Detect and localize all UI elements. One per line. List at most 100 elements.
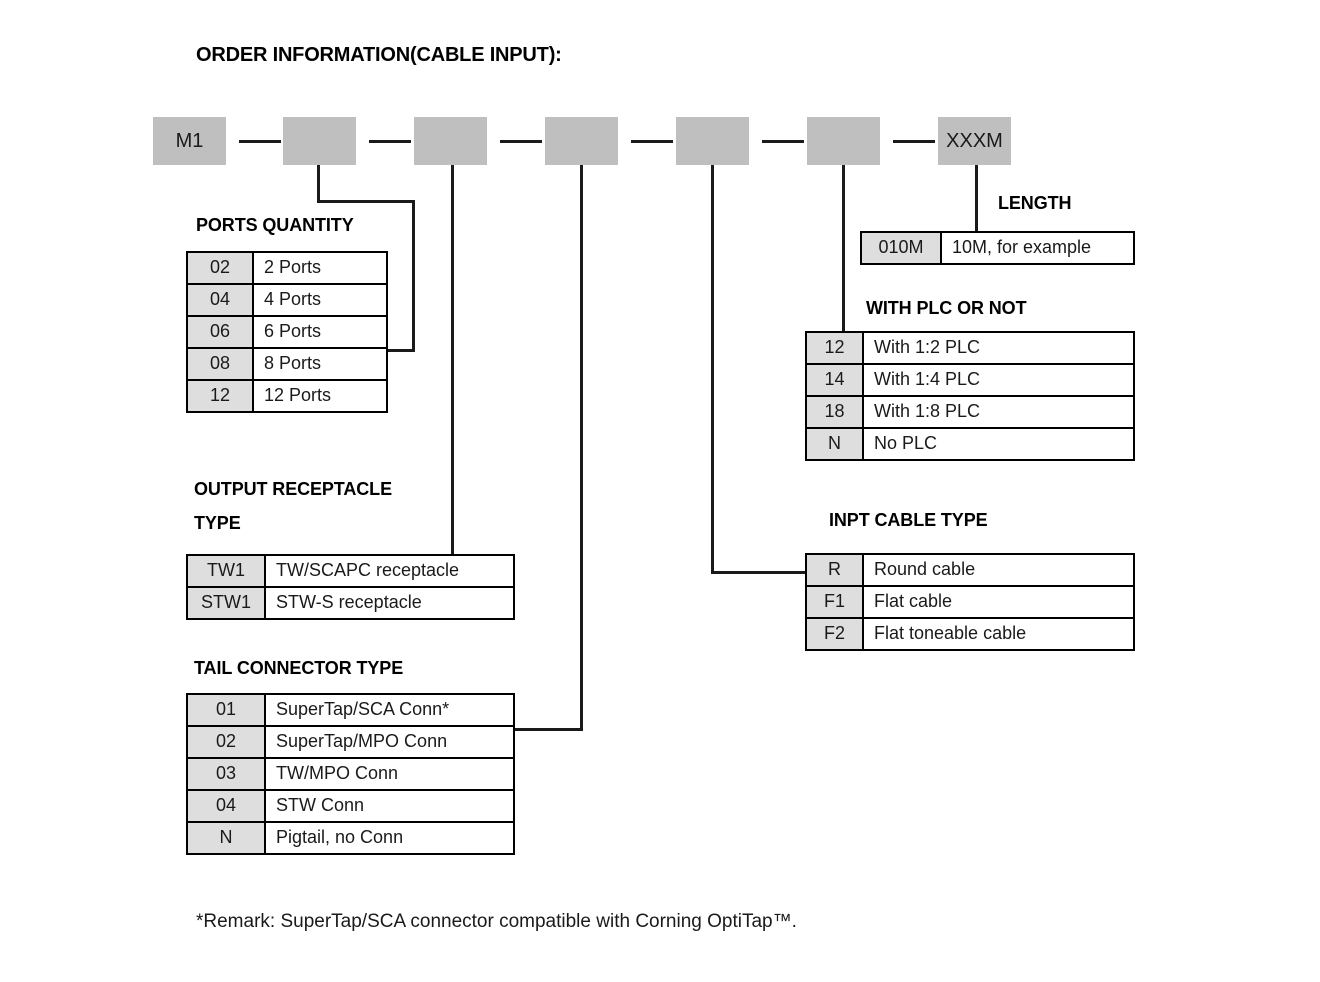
table-ports-quantity: 02 2 Ports 04 4 Ports 06 6 Ports 08 8 Po…	[186, 251, 388, 413]
cell-code: 18	[805, 395, 864, 429]
table-row: N Pigtail, no Conn	[186, 821, 515, 855]
flow-box-prefix: M1	[153, 117, 226, 165]
table-row: 12 12 Ports	[186, 379, 388, 413]
table-row: 12 With 1:2 PLC	[805, 331, 1135, 365]
connector-tail-connector-seg1	[580, 165, 583, 731]
caption-length: LENGTH	[998, 193, 1072, 213]
cell-code: N	[186, 821, 266, 855]
flow-dash-6	[893, 140, 935, 143]
connector-ports-quantity-seg3	[412, 200, 415, 352]
cell-value: 8 Ports	[252, 347, 388, 381]
cell-value: STW Conn	[264, 789, 515, 823]
table-row: F2 Flat toneable cable	[805, 617, 1135, 651]
flow-dash-4	[631, 140, 673, 143]
caption-output-receptacle-line2: TYPE	[194, 513, 241, 533]
table-row: 010M 10M, for example	[860, 231, 1135, 265]
table-row: STW1 STW-S receptacle	[186, 586, 515, 620]
cell-code: 02	[186, 251, 254, 285]
cell-value: No PLC	[862, 427, 1135, 461]
table-row: 08 8 Ports	[186, 347, 388, 381]
caption-with-plc-or-not: WITH PLC OR NOT	[866, 298, 1027, 318]
flow-box-with-plc	[807, 117, 880, 165]
cell-code: 12	[186, 379, 254, 413]
cell-value: 6 Ports	[252, 315, 388, 349]
cell-code: N	[805, 427, 864, 461]
cell-code: R	[805, 553, 864, 587]
cell-value: 4 Ports	[252, 283, 388, 317]
cell-code: TW1	[186, 554, 266, 588]
cell-code: 04	[186, 789, 266, 823]
cell-value: 12 Ports	[252, 379, 388, 413]
flow-box-input-cable-type	[676, 117, 749, 165]
cell-value: TW/SCAPC receptacle	[264, 554, 515, 588]
flow-dash-2	[369, 140, 411, 143]
cell-code: 010M	[860, 231, 942, 265]
flow-dash-3	[500, 140, 542, 143]
table-row: N No PLC	[805, 427, 1135, 461]
table-row: R Round cable	[805, 553, 1135, 587]
flow-box-length: XXXM	[938, 117, 1011, 165]
connector-input-cable-type-seg2	[711, 571, 807, 574]
table-row: 03 TW/MPO Conn	[186, 757, 515, 791]
cell-code: F1	[805, 585, 864, 619]
cell-value: Pigtail, no Conn	[264, 821, 515, 855]
cell-code: 03	[186, 757, 266, 791]
table-length: 010M 10M, for example	[860, 231, 1135, 265]
cell-value: SuperTap/SCA Conn*	[264, 693, 515, 727]
connector-output-receptacle	[451, 165, 454, 554]
cell-code: 02	[186, 725, 266, 759]
caption-output-receptacle-line1: OUTPUT RECEPTACLE	[194, 479, 392, 499]
table-row: F1 Flat cable	[805, 585, 1135, 619]
cell-value: Flat cable	[862, 585, 1135, 619]
cell-code: F2	[805, 617, 864, 651]
table-row: 02 SuperTap/MPO Conn	[186, 725, 515, 759]
cell-code: 14	[805, 363, 864, 397]
table-output-receptacle-type: TW1 TW/SCAPC receptacle STW1 STW-S recep…	[186, 554, 515, 620]
cell-value: With 1:8 PLC	[862, 395, 1135, 429]
cell-value: TW/MPO Conn	[264, 757, 515, 791]
caption-input-cable-type: INPT CABLE TYPE	[829, 510, 988, 530]
cell-value: Flat toneable cable	[862, 617, 1135, 651]
connector-with-plc	[842, 165, 845, 333]
table-row: 18 With 1:8 PLC	[805, 395, 1135, 429]
flow-dash-5	[762, 140, 804, 143]
page-title: ORDER INFORMATION(CABLE INPUT):	[196, 44, 562, 66]
connector-ports-quantity-seg4	[384, 349, 415, 352]
cell-code: 04	[186, 283, 254, 317]
cell-code: 12	[805, 331, 864, 365]
connector-input-cable-type-seg1	[711, 165, 714, 574]
table-row: 04 STW Conn	[186, 789, 515, 823]
table-row: 01 SuperTap/SCA Conn*	[186, 693, 515, 727]
table-row: 02 2 Ports	[186, 251, 388, 285]
table-row: 06 6 Ports	[186, 315, 388, 349]
caption-ports-quantity: PORTS QUANTITY	[196, 215, 354, 235]
cell-value: Round cable	[862, 553, 1135, 587]
table-with-plc-or-not: 12 With 1:2 PLC 14 With 1:4 PLC 18 With …	[805, 331, 1135, 461]
flow-box-ports-quantity	[283, 117, 356, 165]
connector-ports-quantity-seg2	[317, 200, 415, 203]
cell-value: With 1:2 PLC	[862, 331, 1135, 365]
cell-value: 10M, for example	[940, 231, 1135, 265]
table-row: 04 4 Ports	[186, 283, 388, 317]
cell-value: 2 Ports	[252, 251, 388, 285]
cell-value: With 1:4 PLC	[862, 363, 1135, 397]
cell-code: STW1	[186, 586, 266, 620]
connector-length	[975, 165, 978, 231]
connector-tail-connector-seg2	[511, 728, 583, 731]
caption-tail-connector-type: TAIL CONNECTOR TYPE	[194, 658, 404, 678]
table-row: 14 With 1:4 PLC	[805, 363, 1135, 397]
cell-code: 08	[186, 347, 254, 381]
flow-box-output-receptacle	[414, 117, 487, 165]
cell-code: 01	[186, 693, 266, 727]
footer-remark: *Remark: SuperTap/SCA connector compatib…	[196, 911, 797, 932]
cell-code: 06	[186, 315, 254, 349]
order-information-diagram: ORDER INFORMATION(CABLE INPUT): M1 XXXM …	[0, 0, 1320, 982]
flow-dash-1	[239, 140, 281, 143]
cell-value: STW-S receptacle	[264, 586, 515, 620]
connector-ports-quantity-seg1	[317, 165, 320, 203]
flow-box-tail-connector	[545, 117, 618, 165]
table-input-cable-type: R Round cable F1 Flat cable F2 Flat tone…	[805, 553, 1135, 651]
cell-value: SuperTap/MPO Conn	[264, 725, 515, 759]
table-row: TW1 TW/SCAPC receptacle	[186, 554, 515, 588]
table-tail-connector-type: 01 SuperTap/SCA Conn* 02 SuperTap/MPO Co…	[186, 693, 515, 855]
